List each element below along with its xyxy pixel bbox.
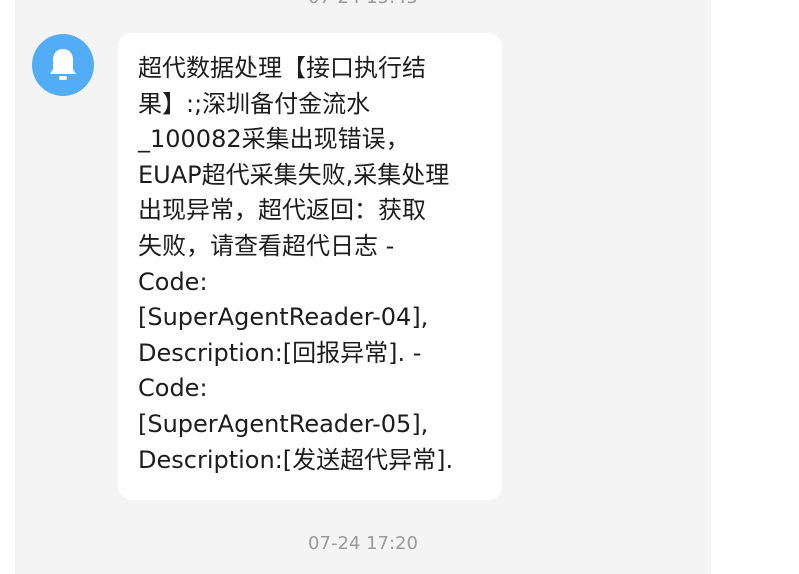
previous-message-timestamp: 07-24 15:45 <box>15 0 711 9</box>
message-line: [SuperAgentReader-04], <box>138 303 429 332</box>
message-line: _100082采集出现错误， <box>138 125 410 154</box>
message-line: 失败，请查看超代日志 - <box>138 231 395 260</box>
message-line: Code: <box>138 374 208 403</box>
message-line: 超代数据处理【接口执行结 <box>138 54 426 82</box>
message-line: Code: <box>138 267 208 296</box>
message-line: EUAP超代采集失败,采集处理 <box>138 160 450 189</box>
message-text: 超代数据处理【接口执行结 果】:;深圳备付金流水 _100082采集出现错误， … <box>138 51 488 478</box>
message-line: 出现异常，超代返回：获取 <box>138 196 426 225</box>
sender-avatar[interactable] <box>32 34 94 96</box>
bell-icon <box>50 49 76 80</box>
message-line: Description:[发送超代异常]. <box>138 445 454 474</box>
message-line: [SuperAgentReader-05], <box>138 409 429 438</box>
message-line: 果】:;深圳备付金流水 <box>138 89 371 118</box>
chat-panel[interactable]: 07-24 15:45 超代数据处理【接口执行结 果】:;深圳备付金流水 _10… <box>15 0 711 574</box>
message-line: Description:[回报异常]. - <box>138 338 422 367</box>
message-bubble[interactable]: 超代数据处理【接口执行结 果】:;深圳备付金流水 _100082采集出现错误， … <box>118 33 502 500</box>
next-message-timestamp: 07-24 17:20 <box>308 533 418 554</box>
